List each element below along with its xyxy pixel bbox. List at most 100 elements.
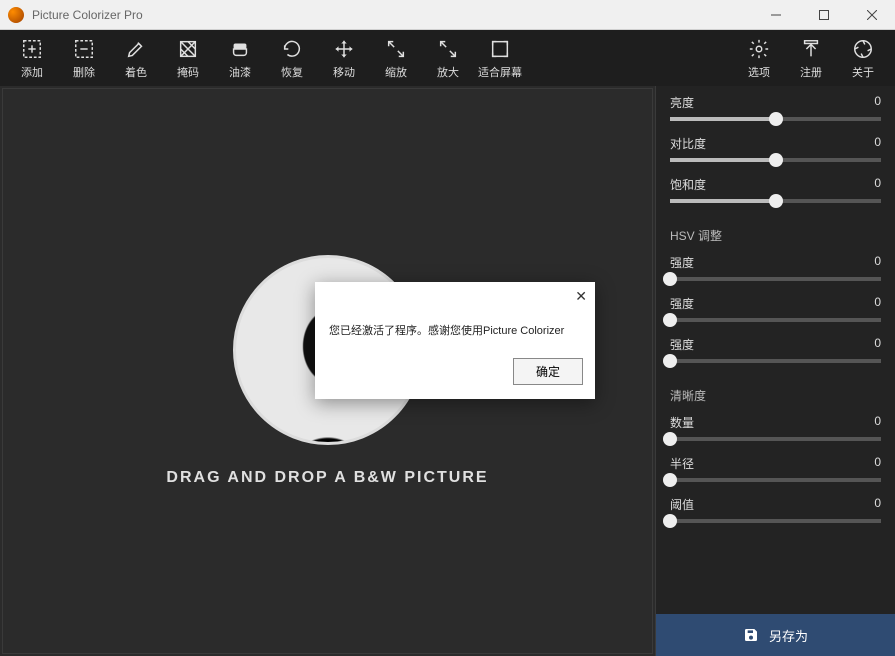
register-icon (796, 36, 826, 62)
slider-label: 对比度 (670, 135, 706, 152)
tool-about[interactable]: 关于 (841, 36, 885, 80)
tool-label: 删除 (73, 64, 95, 80)
remove-icon (69, 36, 99, 62)
title-bar: Picture Colorizer Pro (0, 0, 895, 30)
basic-slider-0: 亮度 0 (670, 94, 881, 121)
slider-track[interactable] (670, 117, 881, 121)
move-icon (329, 36, 359, 62)
tool-label: 掩码 (177, 64, 199, 80)
slider-thumb[interactable] (663, 354, 677, 368)
basic-slider-1: 对比度 0 (670, 135, 881, 162)
slider-track[interactable] (670, 478, 881, 482)
save-as-label: 另存为 (769, 626, 808, 645)
undo-icon (277, 36, 307, 62)
slider-value: 0 (874, 496, 881, 513)
slider-thumb[interactable] (663, 514, 677, 528)
slider-thumb[interactable] (663, 473, 677, 487)
slider-track[interactable] (670, 437, 881, 441)
slider-value: 0 (874, 254, 881, 271)
slider-thumb[interactable] (663, 313, 677, 327)
slider-value: 0 (874, 295, 881, 312)
tool-label: 移动 (333, 64, 355, 80)
tool-zoomin[interactable]: 放大 (426, 36, 470, 80)
tool-label: 油漆 (229, 64, 251, 80)
slider-track[interactable] (670, 318, 881, 322)
tool-undo[interactable]: 恢复 (270, 36, 314, 80)
tool-label: 添加 (21, 64, 43, 80)
tool-label: 着色 (125, 64, 147, 80)
tool-label: 适合屏幕 (478, 64, 522, 80)
slider-value: 0 (874, 455, 881, 472)
about-icon (848, 36, 878, 62)
slider-value: 0 (874, 176, 881, 193)
slider-label: 强度 (670, 336, 694, 353)
slider-thumb[interactable] (769, 112, 783, 126)
slider-label: 强度 (670, 254, 694, 271)
slider-label: 数量 (670, 414, 694, 431)
dialog-close-button[interactable]: ✕ (575, 288, 587, 305)
tool-label: 放大 (437, 64, 459, 80)
fit-icon (485, 36, 515, 62)
slider-thumb[interactable] (769, 194, 783, 208)
slider-track[interactable] (670, 277, 881, 281)
slider-track[interactable] (670, 519, 881, 523)
slider-label: 亮度 (670, 94, 694, 111)
slider-label: 强度 (670, 295, 694, 312)
hsv-slider-1: 强度 0 (670, 295, 881, 322)
zoomin-icon (433, 36, 463, 62)
activation-dialog: ✕ 您已经激活了程序。感谢您使用Picture Colorizer 确定 (315, 282, 595, 399)
slider-label: 阈值 (670, 496, 694, 513)
tool-options[interactable]: 选项 (737, 36, 781, 80)
slider-track[interactable] (670, 199, 881, 203)
hsv-slider-2: 强度 0 (670, 336, 881, 363)
slider-value: 0 (874, 94, 881, 111)
basic-slider-2: 饱和度 0 (670, 176, 881, 203)
close-button[interactable] (857, 5, 887, 25)
slider-thumb[interactable] (769, 153, 783, 167)
zoom-icon (381, 36, 411, 62)
maximize-button[interactable] (809, 5, 839, 25)
tool-fit[interactable]: 适合屏幕 (478, 36, 522, 80)
slider-value: 0 (874, 135, 881, 152)
tool-register[interactable]: 注册 (789, 36, 833, 80)
tool-move[interactable]: 移动 (322, 36, 366, 80)
sharp-slider-0: 数量 0 (670, 414, 881, 441)
slider-track[interactable] (670, 359, 881, 363)
tool-mask[interactable]: 掩码 (166, 36, 210, 80)
colorize-icon (121, 36, 151, 62)
app-title: Picture Colorizer Pro (32, 8, 761, 22)
sharp-slider-2: 阈值 0 (670, 496, 881, 523)
hsv-slider-0: 强度 0 (670, 254, 881, 281)
tool-label: 缩放 (385, 64, 407, 80)
mask-icon (173, 36, 203, 62)
save-as-button[interactable]: 另存为 (656, 614, 895, 656)
slider-thumb[interactable] (663, 272, 677, 286)
minimize-button[interactable] (761, 5, 791, 25)
app-icon (8, 7, 24, 23)
slider-track[interactable] (670, 158, 881, 162)
dialog-message: 您已经激活了程序。感谢您使用Picture Colorizer (315, 282, 595, 358)
tool-label: 恢复 (281, 64, 303, 80)
save-icon (743, 627, 759, 643)
sharp-section-label: 清晰度 (670, 387, 881, 404)
hsv-section-label: HSV 调整 (670, 227, 881, 244)
slider-value: 0 (874, 414, 881, 431)
paint-icon (225, 36, 255, 62)
sidebar: 亮度0对比度0饱和度0 HSV 调整 强度0强度0强度0 清晰度 数量0半径0阈… (655, 86, 895, 656)
slider-thumb[interactable] (663, 432, 677, 446)
tool-add[interactable]: 添加 (10, 36, 54, 80)
tool-label: 选项 (748, 64, 770, 80)
options-icon (744, 36, 774, 62)
dialog-ok-button[interactable]: 确定 (513, 358, 583, 385)
sharp-slider-1: 半径0 (670, 455, 881, 482)
placeholder-text: DRAG AND DROP A B&W PICTURE (166, 469, 488, 487)
slider-label: 饱和度 (670, 176, 706, 193)
tool-remove[interactable]: 删除 (62, 36, 106, 80)
slider-value: 0 (874, 336, 881, 353)
tool-paint[interactable]: 油漆 (218, 36, 262, 80)
tool-label: 关于 (852, 64, 874, 80)
tool-colorize[interactable]: 着色 (114, 36, 158, 80)
toolbar: 添加 删除 着色 掩码 油漆 恢复 移动 缩放 放大 适合屏幕 选项 注册 关于 (0, 30, 895, 86)
tool-label: 注册 (800, 64, 822, 80)
tool-zoom[interactable]: 缩放 (374, 36, 418, 80)
